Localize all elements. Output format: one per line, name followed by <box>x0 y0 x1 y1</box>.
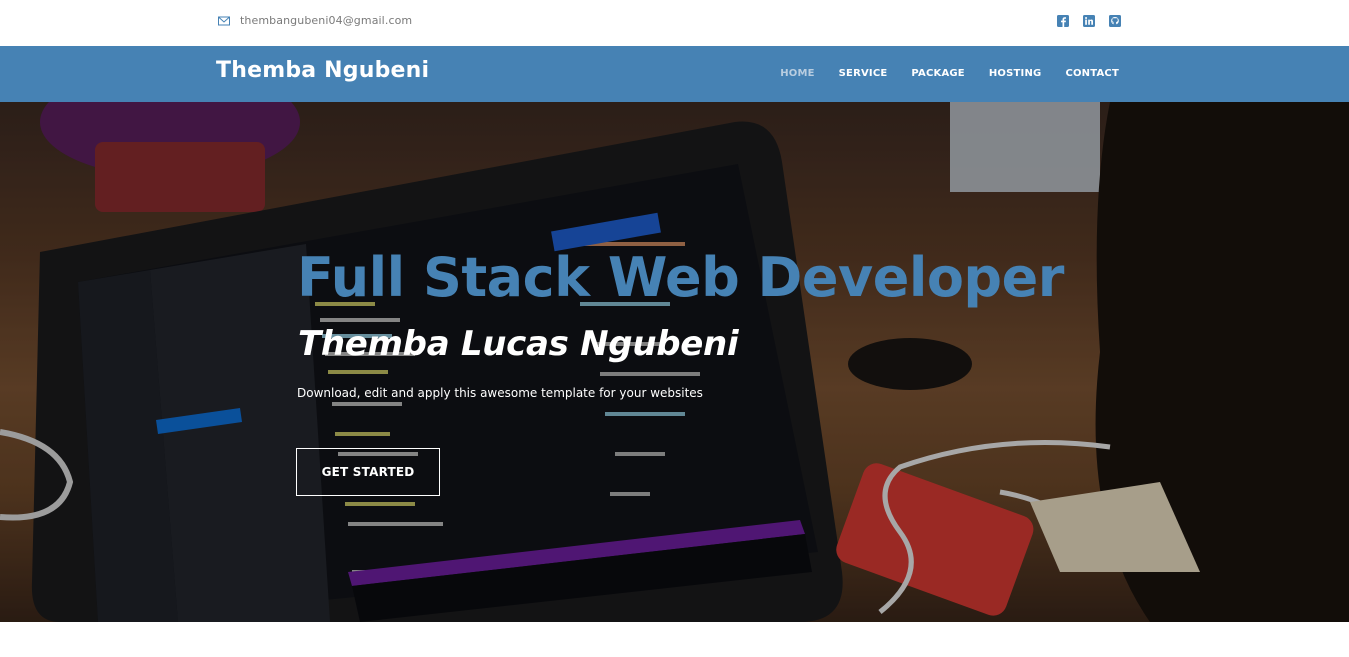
brand-logo-text[interactable]: Themba Ngubeni <box>216 58 429 83</box>
github-icon[interactable] <box>1109 15 1121 27</box>
hero-section: Full Stack Web Developer Themba Lucas Ng… <box>0 102 1349 622</box>
nav-item-home[interactable]: HOME <box>780 68 814 79</box>
email-text: thembangubeni04@gmail.com <box>240 14 413 27</box>
facebook-icon[interactable] <box>1057 15 1069 27</box>
envelope-icon <box>218 16 230 25</box>
hero-subtitle: Themba Lucas Ngubeni <box>298 324 739 364</box>
nav-menu: HOME SERVICE PACKAGE HOSTING CONTACT <box>780 68 1119 79</box>
nav-item-service[interactable]: SERVICE <box>839 68 888 79</box>
hero-description: Download, edit and apply this awesome te… <box>297 386 703 400</box>
social-links <box>1057 15 1121 27</box>
nav-item-package[interactable]: PACKAGE <box>911 68 964 79</box>
nav-item-hosting[interactable]: HOSTING <box>989 68 1042 79</box>
top-bar: thembangubeni04@gmail.com <box>0 0 1349 46</box>
linkedin-icon[interactable] <box>1083 15 1095 27</box>
nav-item-contact[interactable]: CONTACT <box>1065 68 1119 79</box>
main-navbar: Themba Ngubeni HOME SERVICE PACKAGE HOST… <box>0 46 1349 102</box>
get-started-button[interactable]: GET STARTED <box>296 448 440 496</box>
hero-title: Full Stack Web Developer <box>297 246 1064 309</box>
contact-email[interactable]: thembangubeni04@gmail.com <box>218 14 412 27</box>
